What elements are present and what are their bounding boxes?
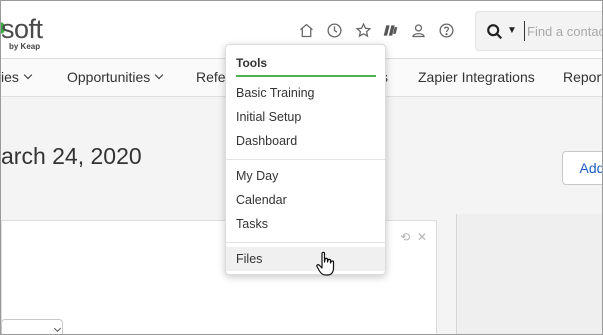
home-icon[interactable] — [297, 21, 315, 39]
menu-item-initial-setup[interactable]: Initial Setup — [236, 110, 301, 124]
tools-menu: Tools Basic Training Initial Setup Dashb… — [225, 44, 386, 275]
widget-select[interactable] — [1, 319, 63, 334]
search-icon[interactable] — [486, 23, 504, 41]
chevron-down-icon — [155, 70, 164, 80]
nav-item-referral[interactable]: Refe — [196, 69, 226, 85]
clock-icon[interactable] — [325, 21, 343, 39]
menu-title: Tools — [236, 56, 268, 70]
nav-item-companies[interactable]: ies — [1, 69, 33, 85]
nav-item-label: Zapier Integrations — [418, 69, 535, 85]
menu-item-basic-training[interactable]: Basic Training — [236, 86, 315, 100]
nav-item-label: Refe — [196, 69, 226, 85]
menu-divider — [226, 159, 385, 160]
menu-divider — [226, 242, 385, 243]
nav-item-label: ies — [1, 69, 19, 85]
nav-item-zapier-integrations[interactable]: Zapier Integrations — [418, 69, 535, 85]
search-input[interactable] — [524, 21, 602, 41]
refresh-icon[interactable]: ⟲ — [400, 230, 410, 244]
nav-item-opportunities[interactable]: Opportunities — [67, 69, 164, 85]
chevron-down-icon — [53, 324, 62, 333]
menu-item-tasks[interactable]: Tasks — [236, 217, 268, 231]
nav-item-label: Report — [563, 69, 603, 85]
add-button[interactable]: Add — [562, 151, 602, 185]
page-title: arch 24, 2020 — [1, 143, 142, 169]
search-box[interactable]: ▼ — [475, 11, 602, 51]
menu-item-files[interactable]: Files — [236, 252, 262, 266]
logo-text[interactable]: soft — [1, 14, 43, 45]
star-icon[interactable] — [354, 21, 372, 39]
logo-subtitle: by Keap — [9, 42, 41, 51]
menu-title-underline — [236, 75, 376, 77]
help-icon[interactable] — [437, 21, 455, 39]
user-icon[interactable] — [409, 21, 427, 39]
nav-item-label: Opportunities — [67, 69, 151, 85]
menu-item-dashboard[interactable]: Dashboard — [236, 134, 297, 148]
menu-item-my-day[interactable]: My Day — [236, 169, 278, 183]
close-icon[interactable]: ✕ — [417, 230, 427, 244]
app-window: soft by Keap ▼ ies — [0, 0, 603, 335]
zapier-icon[interactable] — [381, 21, 399, 39]
nav-item-reports[interactable]: Report — [563, 69, 603, 85]
hand-cursor-icon — [316, 251, 335, 276]
chevron-down-icon — [23, 70, 33, 80]
search-scope-dropdown[interactable]: ▼ — [507, 25, 517, 36]
menu-item-calendar[interactable]: Calendar — [236, 193, 287, 207]
side-widget — [456, 214, 602, 334]
